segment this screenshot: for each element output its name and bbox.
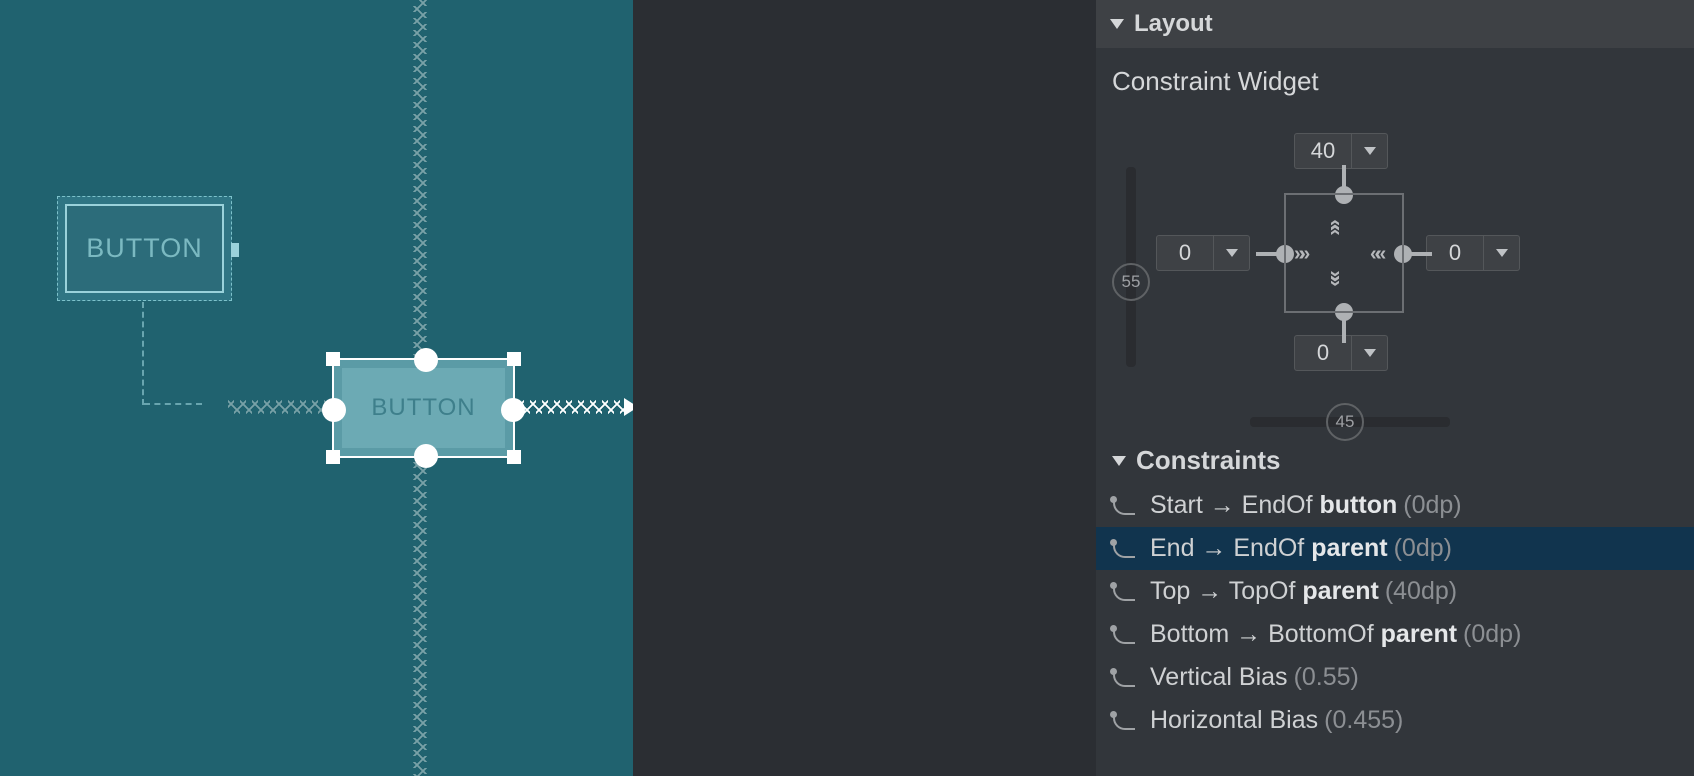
constraint-text: End → EndOf — [1150, 534, 1311, 562]
dropdown-icon[interactable] — [1351, 336, 1387, 370]
margin-start-value: 0 — [1157, 236, 1213, 270]
margin-top-field[interactable]: 40 — [1294, 133, 1388, 169]
constraint-anchor-start[interactable] — [322, 398, 346, 422]
constraints-title: Constraints — [1136, 445, 1280, 476]
constraints-header[interactable]: Constraints — [1096, 437, 1694, 484]
constraint-icon — [1110, 711, 1136, 731]
constraint-icon — [1110, 625, 1136, 645]
dropdown-icon[interactable] — [1213, 236, 1249, 270]
constraint-icon — [1110, 668, 1136, 688]
constraint-widget: 55 45 40 0 0 0 «« «« »» »» — [1096, 107, 1694, 431]
attributes-panel: Layout Constraint Widget 55 45 40 0 0 0 … — [1096, 0, 1694, 776]
button-1-anchor-right[interactable] — [231, 243, 239, 257]
constraint-margin: (0dp) — [1403, 491, 1461, 519]
constraint-box[interactable]: «« «« »» »» — [1284, 193, 1404, 313]
layout-section-title: Layout — [1134, 10, 1213, 38]
constraint-widget-title: Constraint Widget — [1096, 48, 1694, 101]
button-2-label: BUTTON — [342, 368, 505, 448]
resize-handle-tl[interactable] — [326, 352, 340, 366]
constraint-text: Top → TopOf — [1150, 577, 1302, 605]
margin-bottom-field[interactable]: 0 — [1294, 335, 1388, 371]
constraint-icon — [1110, 539, 1136, 559]
constraint-row-end[interactable]: End → EndOf parent(0dp) — [1096, 527, 1694, 570]
constraint-anchor-bottom[interactable] — [414, 444, 438, 468]
margin-end-field[interactable]: 0 — [1426, 235, 1520, 271]
resize-handle-bl[interactable] — [326, 450, 340, 464]
resize-handle-tr[interactable] — [507, 352, 521, 366]
button-widget-2-selected[interactable]: BUTTON — [332, 358, 515, 458]
margin-start-field[interactable]: 0 — [1156, 235, 1250, 271]
constraint-text: Start → EndOf — [1150, 491, 1320, 519]
constraint-row-start[interactable]: Start → EndOf button(0dp) — [1096, 484, 1694, 527]
button-widget-1[interactable]: BUTTON — [57, 196, 232, 301]
constraint-margin: (0.55) — [1294, 663, 1359, 691]
horizontal-bias-thumb[interactable]: 45 — [1326, 403, 1364, 441]
constraint-row-vbias[interactable]: Vertical Bias(0.55) — [1096, 656, 1694, 699]
constraint-margin: (40dp) — [1385, 577, 1457, 605]
margin-end-value: 0 — [1427, 236, 1483, 270]
vertical-bias-slider[interactable]: 55 — [1126, 167, 1136, 367]
spring-start-constraint — [228, 400, 328, 414]
design-canvas[interactable]: BUTTON BUTTON — [0, 0, 633, 776]
resize-handle-br[interactable] — [507, 450, 521, 464]
wrap-content-bottom-icon: «« — [1324, 276, 1347, 286]
spring-end-constraint — [518, 400, 626, 414]
constraint-text: Vertical Bias — [1150, 663, 1288, 691]
constraint-row-hbias[interactable]: Horizontal Bias(0.455) — [1096, 699, 1694, 742]
constraint-target: parent — [1381, 620, 1457, 648]
wrap-content-end-icon: »» — [1376, 243, 1386, 266]
chevron-down-icon — [1112, 456, 1126, 466]
vertical-bias-thumb[interactable]: 55 — [1112, 263, 1150, 301]
constraint-icon — [1110, 496, 1136, 516]
constraints-list: Constraints Start → EndOf button(0dp) En… — [1096, 431, 1694, 742]
constraint-row-top[interactable]: Top → TopOf parent(40dp) — [1096, 570, 1694, 613]
constraint-icon — [1110, 582, 1136, 602]
horizontal-bias-slider[interactable]: 45 — [1250, 417, 1450, 427]
constraint-dashed-link — [142, 302, 144, 405]
constraint-text: Bottom → BottomOf — [1150, 620, 1381, 648]
link-bottom — [1342, 319, 1346, 343]
constraint-target: parent — [1302, 577, 1378, 605]
constraint-target: button — [1320, 491, 1398, 519]
wrap-content-start-icon: »» — [1294, 243, 1304, 266]
constraint-margin: (0.455) — [1324, 706, 1403, 734]
dropdown-icon[interactable] — [1483, 236, 1519, 270]
constraint-anchor-top[interactable] — [414, 348, 438, 372]
constraint-text: Horizontal Bias — [1150, 706, 1318, 734]
constraint-target: parent — [1311, 534, 1387, 562]
editor-gutter — [633, 0, 1096, 776]
constraint-margin: (0dp) — [1394, 534, 1452, 562]
margin-top-value: 40 — [1295, 134, 1351, 168]
chevron-down-icon — [1110, 19, 1124, 29]
constraint-margin: (0dp) — [1463, 620, 1521, 648]
layout-section-header[interactable]: Layout — [1096, 0, 1694, 48]
button-1-label: BUTTON — [65, 204, 224, 293]
dropdown-icon[interactable] — [1351, 134, 1387, 168]
constraint-row-bottom[interactable]: Bottom → BottomOf parent(0dp) — [1096, 613, 1694, 656]
wrap-content-top-icon: «« — [1324, 219, 1347, 229]
